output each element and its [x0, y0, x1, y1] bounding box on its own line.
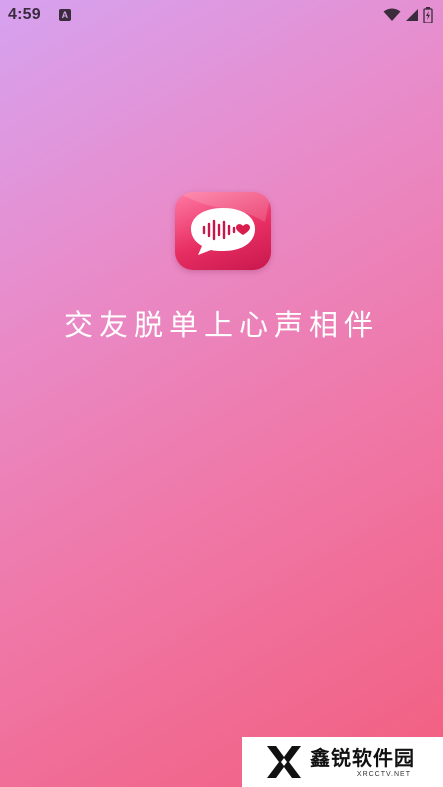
notification-letter: A [61, 9, 69, 20]
app-slogan: 交友脱单上心声相伴 [63, 308, 379, 342]
x-logo-icon [267, 746, 301, 778]
watermark-subtitle: XRCCTV.NET [356, 770, 411, 778]
status-time: 4:59 [8, 6, 41, 23]
battery-charging-icon [423, 7, 433, 23]
watermark-title: 鑫锐软件园 [310, 745, 415, 770]
wifi-icon [383, 8, 401, 21]
notification-icon: A [58, 9, 71, 21]
signal-icon [406, 9, 418, 21]
status-icons [383, 7, 433, 23]
app-logo [175, 192, 271, 270]
status-bar: 4:59 A [0, 0, 443, 30]
voice-bubble-heart-icon [175, 192, 271, 255]
watermark: 鑫锐软件园 XRCCTV.NET [242, 737, 443, 787]
